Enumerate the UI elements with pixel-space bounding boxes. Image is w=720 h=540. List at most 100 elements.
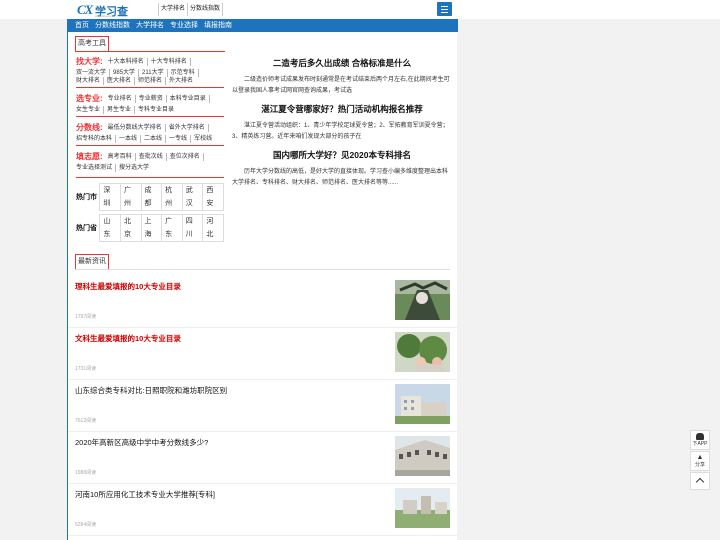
link-double-first-class[interactable]: 双一流大学 (76, 69, 111, 77)
news-summary: 二级造价师考试成果发布时刻通常是在考试结束后两个月左右,在此期间考生可以登录我国… (232, 77, 450, 94)
main-nav: 首页 分数线指数 大学排名 专业选择 填报指南 (67, 19, 458, 32)
find-university-label: 找大学: (76, 57, 103, 66)
tools-divider (76, 145, 224, 146)
hot-city-item[interactable]: 成都 (140, 183, 162, 211)
back-to-top-button[interactable] (690, 472, 710, 490)
android-icon (696, 433, 704, 440)
hot-city-item[interactable]: 武汉 (181, 183, 203, 211)
news-summary: 历年大学分数线的高低，是好大学的直接体现。学习查小编多维度整理出本科大学排名、专… (232, 169, 449, 186)
list-item[interactable]: 理科生最爱填报的10大专业目录 1797阅读 (68, 276, 457, 328)
list-item[interactable]: 河南10所应用化工技术专业大学推荐[专科] 5284阅读 (68, 484, 457, 536)
chevron-up-icon (695, 477, 705, 487)
link-top10-undergrad[interactable]: 十大本科排名 (105, 57, 148, 66)
view-count: 1988阅读 (75, 470, 97, 476)
hot-city-item[interactable]: 西安 (202, 183, 224, 211)
list-item[interactable]: 山东综合类专科对比:日照职院和潍坊职院区别 7612阅读 (68, 380, 457, 432)
hot-city-item[interactable]: 广州 (119, 183, 141, 211)
thumbnail-image[interactable] (395, 280, 450, 320)
link-lowest-score-rank[interactable]: 最低分数线大学排名 (105, 123, 166, 132)
top-links: 大学排名 分数线指数 (158, 3, 224, 16)
link-undergrad-major-catalog[interactable]: 本科专业目录 (167, 94, 210, 103)
choose-major-label: 选专业: (76, 94, 103, 103)
news-headline[interactable]: 二造考后多久出成绩 合格标准是什么 (232, 56, 452, 70)
link-211[interactable]: 211大学 (139, 69, 168, 77)
view-count: 5284阅读 (75, 522, 97, 528)
hot-city-item[interactable]: 深圳 (99, 183, 120, 211)
link-985[interactable]: 985大学 (110, 69, 140, 77)
logo-mark: CX (77, 2, 93, 17)
list-item[interactable]: 文科生最爱填报的10大专业目录 1731阅读 (68, 328, 457, 380)
link-tier1-line[interactable]: 一本线 (116, 135, 142, 143)
site-logo[interactable]: CX 学习查 xuexicha.com (77, 2, 135, 18)
choose-major-row: 选专业: 专业排名 专业薪资 本科专业目录 女生专业 男生专业 专科专业目录 (76, 91, 224, 114)
hot-province-item[interactable]: 四川 (181, 214, 203, 242)
link-batch-line[interactable]: 查批次线 (136, 152, 167, 161)
thumbnail-image[interactable] (395, 436, 450, 476)
view-count: 1797阅读 (75, 314, 97, 320)
featured-news: 二造考后多久出成绩 合格标准是什么 二级造价师考试成果发布时刻通常是在考试结束后… (232, 56, 452, 194)
link-junior-major-catalog[interactable]: 专科专业目录 (135, 106, 177, 114)
share-icon: ▲ (696, 454, 704, 461)
link-medical-rank[interactable]: 医大排名 (104, 77, 136, 85)
thumbnail-image[interactable] (395, 488, 450, 528)
list-item-title[interactable]: 文科生最爱填报的10大专业目录 (75, 333, 181, 344)
list-item[interactable]: 2020年高新区高级中学中考分数线多少? 1988阅读 (68, 432, 457, 484)
nav-major-select[interactable]: 专业选择 (167, 19, 201, 32)
thumbnail-image[interactable] (395, 332, 450, 372)
link-foreign-lang-rank[interactable]: 外大排名 (166, 77, 196, 85)
nav-home[interactable]: 首页 (72, 19, 92, 32)
link-gaokao-wiki[interactable]: 高考百科 (105, 152, 136, 161)
top-link-university-rank[interactable]: 大学排名 (158, 3, 187, 16)
hot-province-item[interactable]: 北京 (119, 214, 141, 242)
link-military-line[interactable]: 军校线 (191, 135, 215, 143)
hot-province-item[interactable]: 河北 (202, 214, 224, 242)
link-normal-rank[interactable]: 师范排名 (135, 77, 167, 85)
hot-province-item[interactable]: 山东 (99, 214, 120, 242)
latest-section-tab[interactable]: 最新资讯 (75, 254, 109, 269)
hot-province-item[interactable]: 上海 (140, 214, 162, 242)
link-model-junior[interactable]: 示范专科 (168, 69, 199, 77)
thumbnail-image[interactable] (395, 384, 450, 424)
link-top10-junior[interactable]: 十大专科排名 (148, 57, 191, 66)
link-major-rank[interactable]: 专业排名 (105, 94, 136, 103)
top-link-score-index[interactable]: 分数线指数 (187, 3, 224, 16)
link-score-to-uni[interactable]: 搜分选大学 (116, 164, 152, 172)
share-button[interactable]: ▲ 分享 (690, 451, 710, 471)
list-item-title[interactable]: 2020年高新区高级中学中考分数线多少? (75, 437, 208, 448)
apply-row: 填志愿: 高考百科 查批次线 查位次排名 专业选择测试 搜分选大学 (76, 149, 224, 172)
nav-score-index[interactable]: 分数线指数 (92, 19, 133, 32)
list-item-title[interactable]: 山东综合类专科对比:日照职院和潍坊职院区别 (75, 385, 227, 396)
hot-province-item[interactable]: 广东 (161, 214, 182, 242)
link-male-majors[interactable]: 男生专业 (104, 106, 136, 114)
score-line-label: 分数线: (76, 123, 103, 132)
link-female-majors[interactable]: 女生专业 (76, 106, 105, 114)
link-tier2-line[interactable]: 二本线 (141, 135, 167, 143)
link-rank-lookup[interactable]: 查位次排名 (167, 152, 204, 161)
download-app-button[interactable]: 下APP (690, 430, 710, 450)
view-count: 7612阅读 (75, 418, 97, 424)
tools-section-tab[interactable]: 高考工具 (75, 36, 109, 51)
latest-news-list: 理科生最爱填报的10大专业目录 1797阅读 文科生最爱填报的10大专业目录 1… (68, 276, 457, 536)
hot-cities-label: 热门市 (76, 194, 97, 201)
hot-city-item[interactable]: 杭州 (161, 183, 182, 211)
latest-section-divider (75, 269, 450, 270)
tools-section-divider (75, 51, 225, 52)
news-headline[interactable]: 国内哪所大学好？见2020本专科排名 (232, 148, 452, 162)
find-university-row: 找大学: 十大本科排名 十大专科排名 双一流大学 985大学 211大学 示范专… (76, 54, 224, 85)
link-undergrad-recruit-junior[interactable]: 招专科的本科 (76, 135, 117, 143)
link-junior-line[interactable]: 一专线 (166, 135, 192, 143)
download-app-label: 下APP (692, 441, 708, 447)
menu-icon[interactable] (437, 2, 452, 16)
link-finance-rank[interactable]: 财大排名 (76, 77, 105, 85)
top-bar: CX 学习查 xuexicha.com 大学排名 分数线指数 (0, 0, 720, 19)
link-major-test[interactable]: 专业选择测试 (76, 164, 117, 172)
nav-university-rank[interactable]: 大学排名 (133, 19, 167, 32)
link-out-of-province-rank[interactable]: 省外大学排名 (166, 123, 209, 132)
logo-subtext: xuexicha.com (95, 14, 114, 18)
news-headline[interactable]: 湛江夏令营哪家好？热门活动机构报名推荐 (232, 102, 452, 116)
link-major-salary[interactable]: 专业薪资 (136, 94, 167, 103)
gaokao-tools: 找大学: 十大本科排名 十大专科排名 双一流大学 985大学 211大学 示范专… (76, 54, 224, 245)
nav-apply-guide[interactable]: 填报指南 (201, 19, 235, 32)
list-item-title[interactable]: 河南10所应用化工技术专业大学推荐[专科] (75, 489, 215, 500)
list-item-title[interactable]: 理科生最爱填报的10大专业目录 (75, 281, 181, 292)
